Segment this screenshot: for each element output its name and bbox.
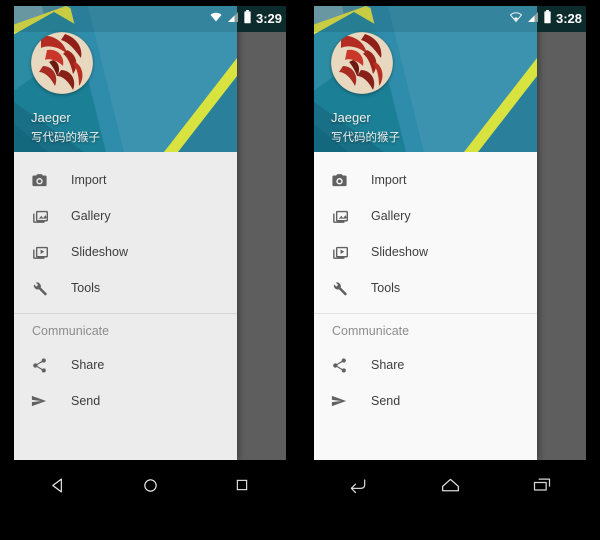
send-icon bbox=[14, 392, 58, 410]
drawer-item-import[interactable]: Import bbox=[314, 162, 537, 198]
drawer-item-send[interactable]: Send bbox=[314, 383, 537, 419]
avatar[interactable] bbox=[31, 32, 93, 94]
list-subheader-communicate: Communicate bbox=[332, 323, 410, 338]
wrench-icon bbox=[314, 280, 358, 297]
slideshow-icon bbox=[314, 244, 358, 261]
drawer-item-share[interactable]: Share bbox=[14, 347, 237, 383]
phone-right: Jaeger 写代码的猴子 Import Gallery Slideshow T… bbox=[300, 0, 600, 540]
home-button[interactable] bbox=[133, 468, 167, 502]
drawer-item-slideshow[interactable]: Slideshow bbox=[314, 234, 537, 270]
home-button[interactable] bbox=[433, 468, 467, 502]
drawer-item-label: Import bbox=[71, 173, 107, 187]
drawer-menu-list: Import Gallery Slideshow Tools Communica… bbox=[314, 152, 537, 419]
drawer-item-label: Tools bbox=[371, 281, 401, 295]
drawer-item-tools[interactable]: Tools bbox=[14, 270, 237, 306]
profile-subtitle: 写代码的猴子 bbox=[331, 132, 400, 144]
gallery-icon bbox=[14, 208, 58, 225]
stacked-recents-icon bbox=[532, 475, 552, 495]
system-navigation-bar bbox=[300, 460, 600, 510]
recents-button[interactable] bbox=[225, 468, 259, 502]
gallery-icon bbox=[314, 208, 358, 225]
navigation-drawer: Jaeger 写代码的猴子 Import Gallery Slideshow T… bbox=[14, 6, 237, 460]
navigation-drawer: Jaeger 写代码的猴子 Import Gallery Slideshow T… bbox=[314, 6, 537, 460]
arrow-back-icon bbox=[348, 475, 368, 495]
drawer-item-share[interactable]: Share bbox=[314, 347, 537, 383]
phone-left: Jaeger 写代码的猴子 Import Gallery Slideshow T… bbox=[0, 0, 300, 540]
drawer-item-label: Import bbox=[371, 173, 407, 187]
profile-name: Jaeger bbox=[31, 110, 71, 125]
screen-left: Jaeger 写代码的猴子 Import Gallery Slideshow T… bbox=[14, 6, 286, 460]
screen-right: Jaeger 写代码的猴子 Import Gallery Slideshow T… bbox=[314, 6, 586, 460]
drawer-item-label: Send bbox=[71, 394, 101, 408]
drawer-header: Jaeger 写代码的猴子 bbox=[14, 6, 237, 152]
slideshow-icon bbox=[14, 244, 58, 261]
drawer-item-import[interactable]: Import bbox=[14, 162, 237, 198]
drawer-item-label: Slideshow bbox=[71, 245, 128, 259]
recents-button[interactable] bbox=[525, 468, 559, 502]
drawer-item-label: Gallery bbox=[371, 209, 411, 223]
drawer-item-gallery[interactable]: Gallery bbox=[14, 198, 237, 234]
drawer-item-label: Share bbox=[71, 358, 105, 372]
screenshot-canvas: Jaeger 写代码的猴子 Import Gallery Slideshow T… bbox=[0, 0, 600, 540]
triangle-back-icon bbox=[50, 477, 67, 494]
drawer-header: Jaeger 写代码的猴子 bbox=[314, 6, 537, 152]
drawer-item-slideshow[interactable]: Slideshow bbox=[14, 234, 237, 270]
drawer-item-tools[interactable]: Tools bbox=[314, 270, 537, 306]
system-navigation-bar bbox=[0, 460, 300, 510]
profile-name: Jaeger bbox=[331, 110, 371, 125]
square-recents-icon bbox=[234, 477, 250, 493]
wrench-icon bbox=[14, 280, 58, 297]
drawer-item-label: Gallery bbox=[71, 209, 111, 223]
avatar[interactable] bbox=[331, 32, 393, 94]
drawer-menu-list: Import Gallery Slideshow Tools Communica… bbox=[14, 152, 237, 419]
drawer-item-gallery[interactable]: Gallery bbox=[314, 198, 537, 234]
list-top-spacer bbox=[314, 152, 537, 162]
share-icon bbox=[314, 357, 358, 374]
drawer-item-send[interactable]: Send bbox=[14, 383, 237, 419]
circle-home-icon bbox=[142, 477, 159, 494]
back-button[interactable] bbox=[41, 468, 75, 502]
profile-subtitle: 写代码的猴子 bbox=[31, 132, 100, 144]
send-icon bbox=[314, 392, 358, 410]
share-icon bbox=[14, 357, 58, 374]
list-subheader-communicate: Communicate bbox=[32, 323, 110, 338]
pentagon-home-icon bbox=[440, 475, 461, 496]
drawer-item-label: Slideshow bbox=[371, 245, 428, 259]
list-top-spacer bbox=[14, 152, 237, 162]
camera-icon bbox=[314, 172, 358, 189]
drawer-item-label: Send bbox=[371, 394, 401, 408]
back-button[interactable] bbox=[341, 468, 375, 502]
drawer-item-label: Share bbox=[371, 358, 405, 372]
drawer-item-label: Tools bbox=[71, 281, 101, 295]
camera-icon bbox=[14, 172, 58, 189]
